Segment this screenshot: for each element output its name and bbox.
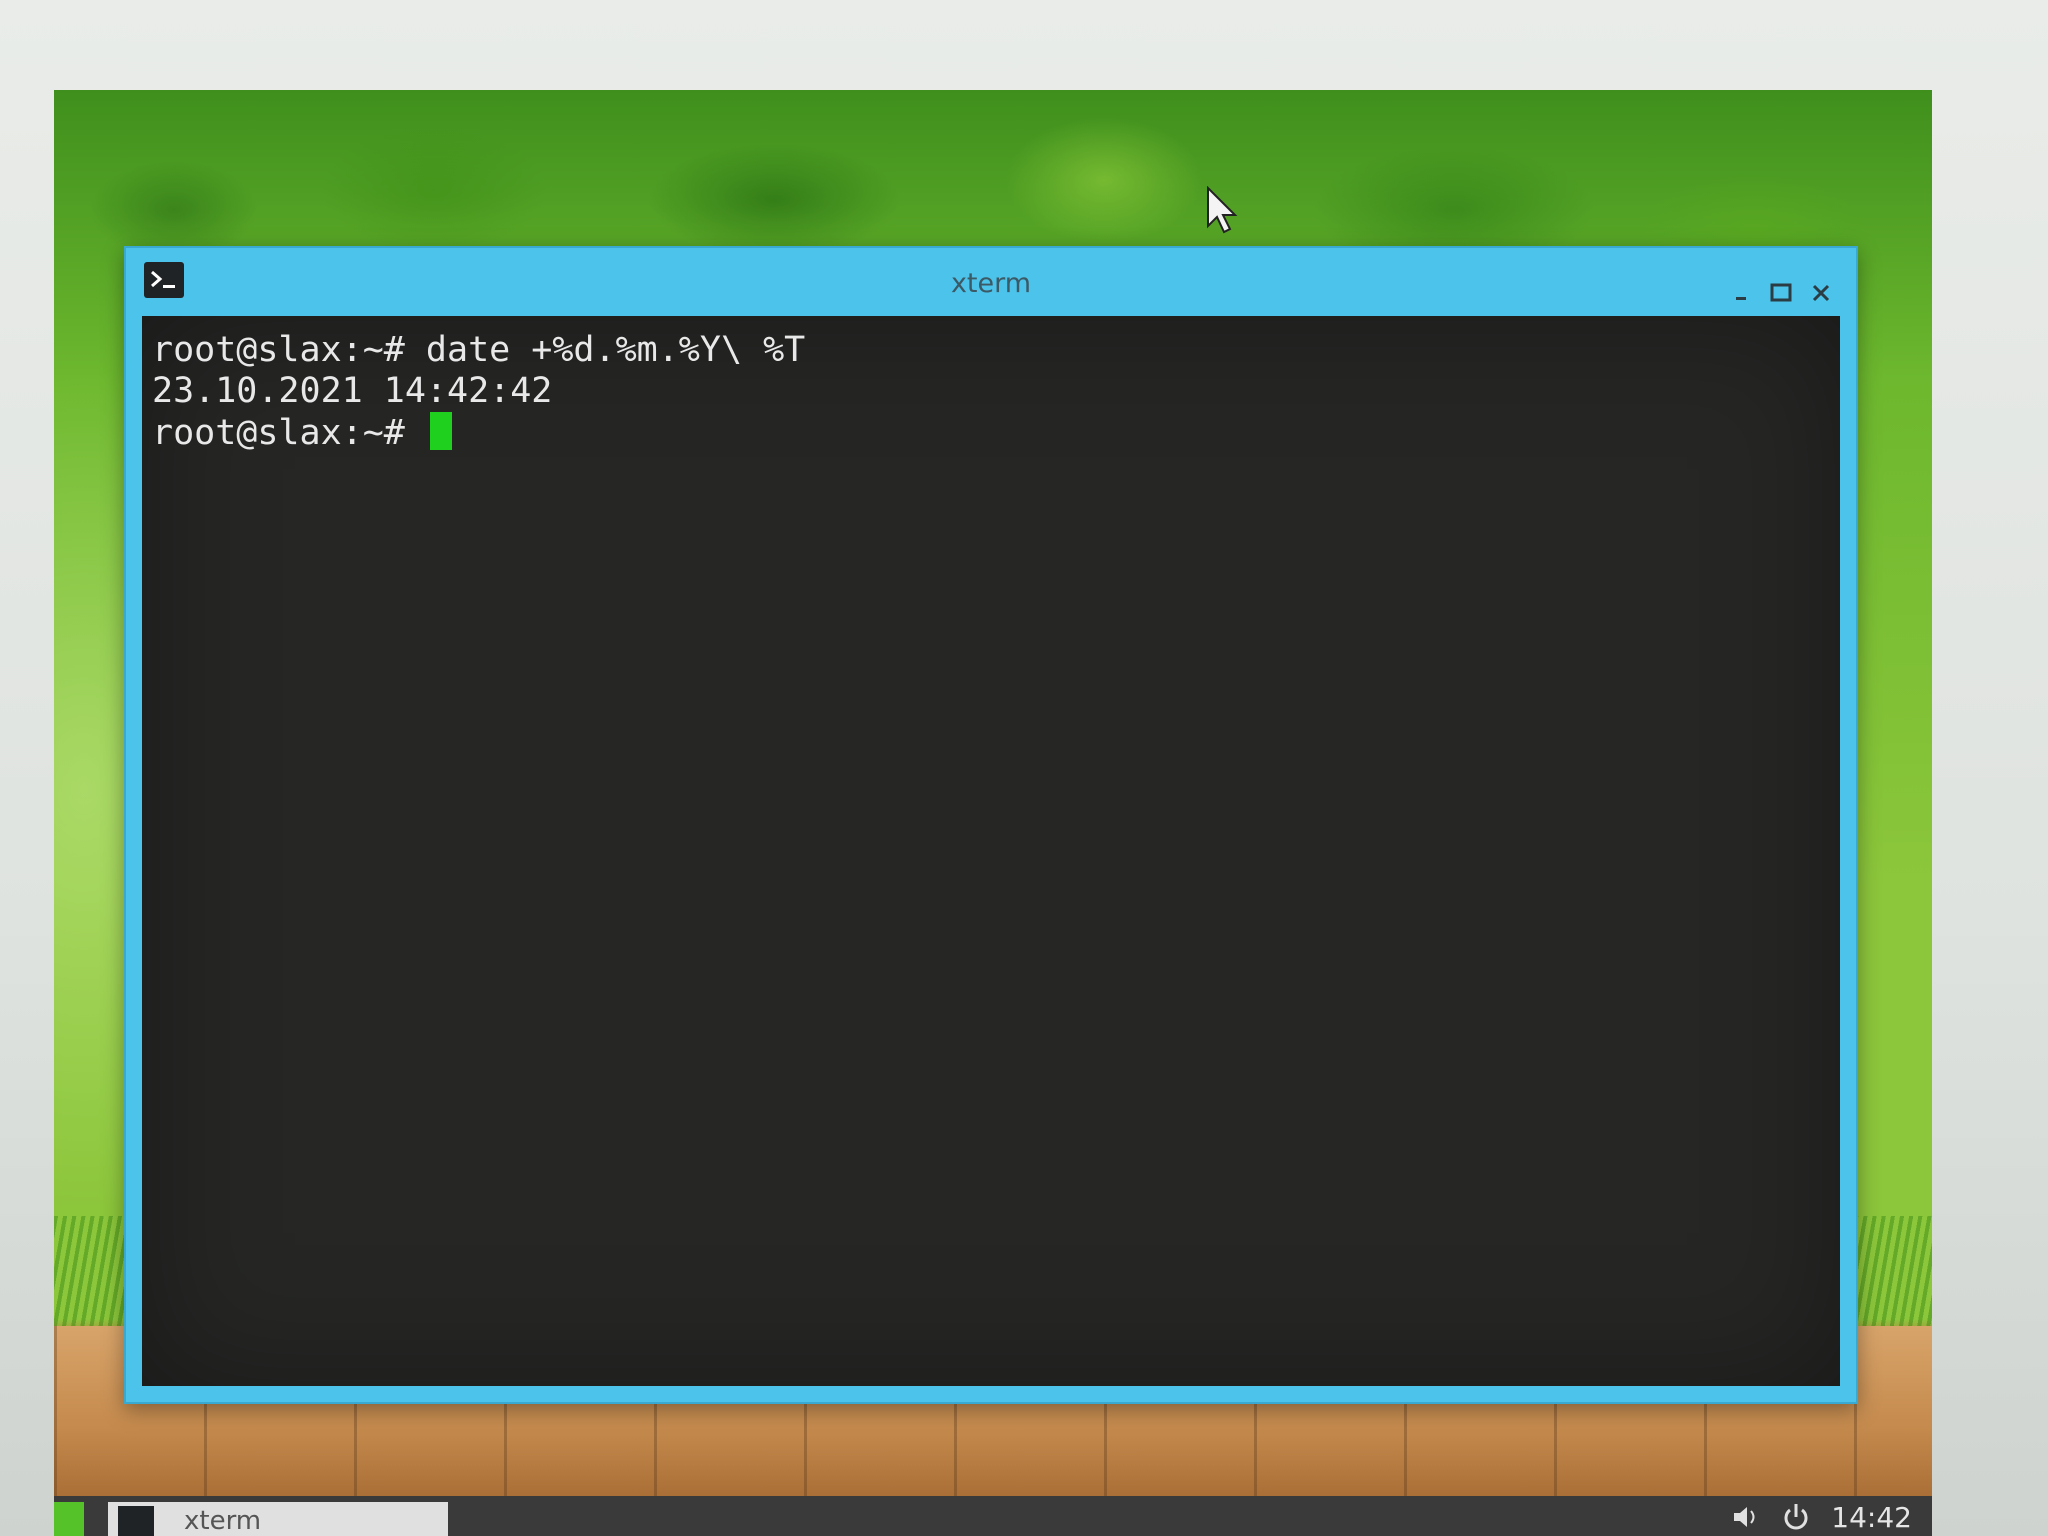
xterm-window[interactable]: xterm root@slax:~# date +%d.%m.%Y\ %T 23…	[124, 246, 1858, 1404]
minimize-icon	[1736, 297, 1746, 300]
taskbar-item-label: xterm	[184, 1506, 262, 1536]
close-button[interactable]	[1806, 278, 1836, 308]
start-menu-button[interactable]	[54, 1502, 84, 1536]
text-cursor	[429, 412, 452, 450]
terminal-prompt: root@slax:~#	[152, 413, 426, 453]
terminal-line-command: root@slax:~# date +%d.%m.%Y\ %T	[152, 330, 806, 370]
window-title: xterm	[950, 268, 1032, 299]
close-icon	[1812, 284, 1830, 302]
taskbar-item-xterm[interactable]: xterm	[108, 1502, 448, 1536]
maximize-button[interactable]	[1766, 278, 1796, 308]
taskbar: xterm 14:42	[54, 1496, 1932, 1536]
maximize-icon	[1770, 283, 1792, 302]
terminal-output[interactable]: root@slax:~# date +%d.%m.%Y\ %T 23.10.20…	[142, 316, 1840, 1386]
terminal-line-output: 23.10.2021 14:42:42	[152, 371, 553, 411]
volume-icon[interactable]	[1731, 1503, 1761, 1531]
window-titlebar[interactable]: xterm	[126, 248, 1856, 316]
system-tray: 14:42	[1731, 1498, 1912, 1536]
mouse-pointer-icon	[1207, 186, 1238, 234]
taskbar-clock[interactable]: 14:42	[1831, 1501, 1912, 1534]
terminal-icon	[118, 1506, 154, 1536]
minimize-button[interactable]	[1726, 278, 1756, 308]
power-icon[interactable]	[1781, 1502, 1811, 1532]
desktop-screen: xterm root@slax:~# date +%d.%m.%Y\ %T 23…	[54, 90, 1932, 1536]
terminal-line-prompt[interactable]: root@slax:~#	[152, 412, 1830, 454]
